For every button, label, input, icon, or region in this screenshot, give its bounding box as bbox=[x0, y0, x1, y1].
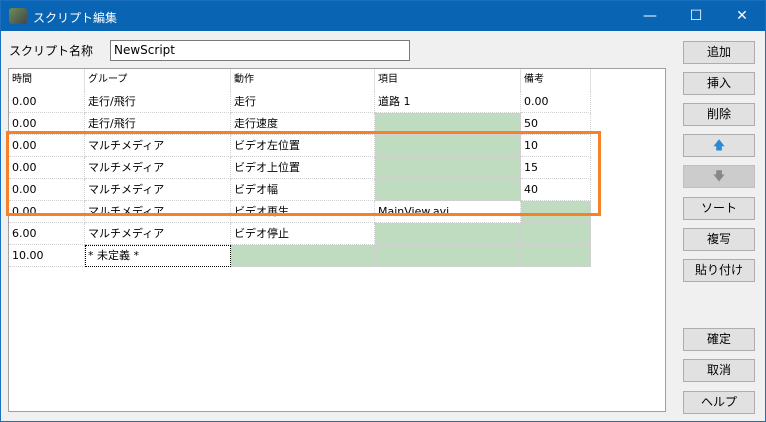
cell-action[interactable]: 走行 bbox=[231, 91, 375, 113]
add-button[interactable]: 追加 bbox=[683, 41, 755, 64]
maximize-button[interactable]: ☐ bbox=[673, 1, 719, 31]
cell-item[interactable] bbox=[375, 223, 521, 245]
script-grid[interactable]: 時間 グループ 動作 項目 備考 0.00 走行/飛行 走行 道路 1 0.00 0.00… bbox=[8, 68, 666, 412]
script-name-input[interactable]: NewScript bbox=[110, 40, 410, 61]
table-row[interactable]: 0.00 走行/飛行 走行 道路 1 0.00 bbox=[9, 91, 597, 113]
cell-item[interactable]: 道路 1 bbox=[375, 91, 521, 113]
close-button[interactable]: ✕ bbox=[719, 1, 765, 31]
table-row[interactable]: 6.00 マルチメディア ビデオ停止 bbox=[9, 223, 597, 245]
header-item[interactable]: 項目 bbox=[375, 69, 521, 91]
paste-button[interactable]: 貼り付け bbox=[683, 259, 755, 282]
header-group[interactable]: グループ bbox=[85, 69, 231, 91]
title-bar: スクリプト編集 — ☐ ✕ bbox=[1, 1, 765, 31]
help-button[interactable]: ヘルプ bbox=[683, 391, 755, 414]
cell-time[interactable]: 6.00 bbox=[9, 223, 85, 245]
delete-button[interactable]: 削除 bbox=[683, 103, 755, 126]
header-time[interactable]: 時間 bbox=[9, 69, 85, 91]
window-title: スクリプト編集 bbox=[33, 11, 118, 25]
ok-button[interactable]: 確定 bbox=[683, 328, 755, 351]
cell-note[interactable] bbox=[521, 223, 591, 245]
cell-group[interactable]: * 未定義 * bbox=[85, 245, 231, 267]
cell-item[interactable] bbox=[375, 245, 521, 267]
script-name-label: スクリプト名称 bbox=[9, 44, 94, 58]
app-icon bbox=[9, 8, 27, 24]
move-down-button: 🡇 bbox=[683, 165, 755, 188]
script-edit-window: スクリプト編集 — ☐ ✕ スクリプト名称 NewScript 時間 グループ … bbox=[0, 0, 766, 422]
cell-note[interactable] bbox=[521, 245, 591, 267]
header-row: 時間 グループ 動作 項目 備考 bbox=[9, 69, 597, 91]
sort-button[interactable]: ソート bbox=[683, 197, 755, 220]
cell-group[interactable]: 走行/飛行 bbox=[85, 91, 231, 113]
cell-time[interactable]: 10.00 bbox=[9, 245, 85, 267]
highlight-box bbox=[6, 131, 601, 216]
cell-action[interactable]: ビデオ停止 bbox=[231, 223, 375, 245]
minimize-button[interactable]: — bbox=[627, 1, 673, 31]
move-up-button[interactable]: 🡅 bbox=[683, 134, 755, 157]
table-row[interactable]: 10.00 * 未定義 * bbox=[9, 245, 597, 267]
cancel-button[interactable]: 取消 bbox=[683, 359, 755, 382]
cell-action[interactable] bbox=[231, 245, 375, 267]
cell-group[interactable]: マルチメディア bbox=[85, 223, 231, 245]
header-action[interactable]: 動作 bbox=[231, 69, 375, 91]
copy-button[interactable]: 複写 bbox=[683, 228, 755, 251]
insert-button[interactable]: 挿入 bbox=[683, 72, 755, 95]
cell-time[interactable]: 0.00 bbox=[9, 91, 85, 113]
header-note[interactable]: 備考 bbox=[521, 69, 591, 91]
cell-note[interactable]: 0.00 bbox=[521, 91, 591, 113]
